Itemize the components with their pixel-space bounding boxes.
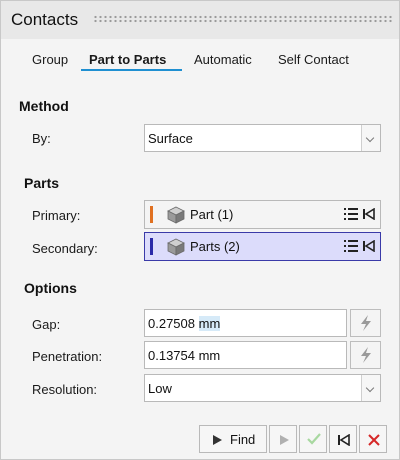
lightning-icon [361, 315, 371, 331]
chevron-down-icon[interactable] [361, 125, 380, 151]
step-forward-icon [280, 435, 289, 445]
active-tab-indicator [81, 69, 182, 71]
primary-label: Primary: [32, 208, 81, 223]
cube-icon [167, 238, 185, 256]
find-label: Find [230, 432, 256, 447]
secondary-selector[interactable]: Parts (2) [144, 232, 381, 261]
penetration-generate-button[interactable] [350, 341, 381, 369]
list-icon[interactable] [344, 240, 358, 252]
list-icon[interactable] [344, 208, 358, 220]
title-bar[interactable]: Contacts [1, 1, 399, 40]
by-dropdown[interactable]: Surface [144, 124, 381, 152]
secondary-value: Parts (2) [190, 239, 240, 254]
contacts-panel: Contacts Group Part to Parts Automatic S… [0, 0, 400, 460]
gap-unit: mm [198, 316, 221, 331]
secondary-label: Secondary: [32, 241, 98, 256]
gap-value: 0.27508 mm [148, 316, 221, 331]
step-button[interactable] [269, 425, 297, 453]
lightning-icon [361, 347, 371, 363]
close-button[interactable] [359, 425, 387, 453]
by-value: Surface [148, 131, 193, 146]
by-label: By: [32, 131, 51, 146]
penetration-label: Penetration: [32, 349, 103, 364]
primary-color-bar [150, 206, 153, 223]
primary-selector[interactable]: Part (1) [144, 200, 381, 229]
drag-grip[interactable] [93, 15, 393, 23]
apply-button[interactable] [299, 425, 327, 453]
secondary-color-bar [150, 238, 153, 255]
play-icon [213, 435, 222, 445]
skip-back-icon[interactable] [363, 240, 375, 252]
tab-group[interactable]: Group [32, 52, 68, 67]
penetration-field[interactable]: 0.13754 mm [144, 341, 347, 369]
parts-heading: Parts [24, 175, 60, 191]
method-heading: Method [19, 98, 69, 114]
panel-title: Contacts [11, 10, 79, 29]
primary-value: Part (1) [190, 207, 234, 222]
penetration-value: 0.13754 mm [148, 348, 221, 363]
chevron-down-icon[interactable] [361, 375, 380, 401]
gap-field[interactable]: 0.27508 mm [144, 309, 347, 337]
skip-back-icon[interactable] [363, 208, 375, 220]
resolution-dropdown[interactable]: Low [144, 374, 381, 402]
tab-self-contact[interactable]: Self Contact [278, 52, 349, 67]
tab-part-to-parts[interactable]: Part to Parts [89, 52, 166, 67]
close-icon [368, 434, 380, 446]
gap-label: Gap: [32, 317, 61, 332]
check-icon [307, 433, 321, 445]
gap-generate-button[interactable] [350, 309, 381, 337]
cube-icon [167, 206, 185, 224]
tab-automatic[interactable]: Automatic [194, 52, 252, 67]
reset-button[interactable] [329, 425, 357, 453]
action-bar: Find [1, 419, 399, 459]
skip-back-icon [338, 434, 350, 446]
tab-bar: Group Part to Parts Automatic Self Conta… [1, 39, 399, 75]
find-button[interactable]: Find [199, 425, 267, 453]
resolution-label: Resolution: [32, 382, 98, 397]
options-heading: Options [24, 280, 77, 296]
resolution-value: Low [148, 381, 172, 396]
gap-number: 0.27508 [148, 316, 195, 331]
